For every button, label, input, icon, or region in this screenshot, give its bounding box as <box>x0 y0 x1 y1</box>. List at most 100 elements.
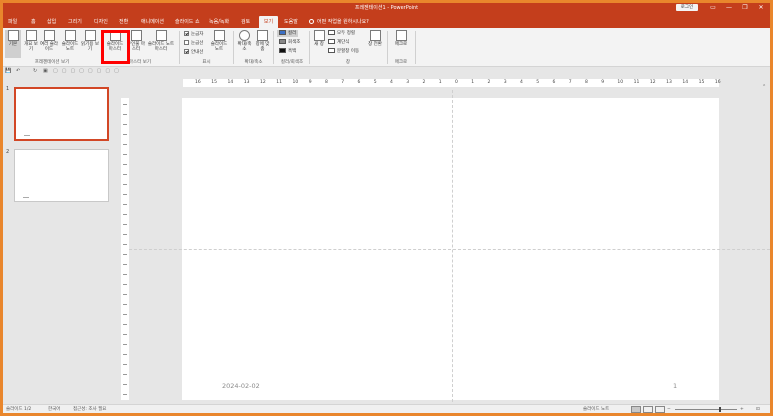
notes-toggle[interactable]: 슬라이드 노트 <box>583 406 609 413</box>
zoom-button[interactable]: 확대/축소 <box>236 30 253 58</box>
outline-view-button[interactable]: 개요 보기 <box>23 30 39 58</box>
horizontal-guide[interactable] <box>129 249 770 250</box>
cascade-icon <box>328 39 335 44</box>
redo-icon[interactable]: ↻ <box>33 68 37 75</box>
tab-animations[interactable]: 애니메이션 <box>139 16 166 28</box>
ruler-tick-label: 12 <box>649 80 656 85</box>
notes-page-label: 슬라이드 노트 <box>61 42 79 52</box>
thumbnail-number: 2 <box>6 149 10 155</box>
ruler-tick <box>123 264 127 265</box>
ruler-tick-label: 16 <box>714 80 721 85</box>
horizontal-ruler: 16 15 14 13 12 11 10 9 8 7 6 5 4 3 2 1 0 1 2 3 4 5 6 7 8 9 10 11 12 1… <box>183 79 721 87</box>
tab-record[interactable]: 녹음/녹화 <box>207 16 231 28</box>
ruler-tick-label: 9 <box>308 80 312 85</box>
ruler-tick <box>123 184 127 185</box>
fit-slide-icon[interactable]: ⊡ <box>756 406 760 413</box>
ruler-tick <box>123 354 127 355</box>
macro-icon <box>395 30 407 41</box>
zoom-slider-thumb[interactable] <box>719 407 721 412</box>
arrange-all-button[interactable]: 모두 정렬 <box>328 30 355 37</box>
close-button[interactable]: ✕ <box>753 3 769 13</box>
gridlines-checkbox[interactable]: 눈금선 <box>184 40 203 47</box>
slide-sorter-button[interactable]: 여러 슬라이드 <box>40 30 58 58</box>
ruler-tick <box>123 114 127 115</box>
thumbnail-number: 1 <box>6 86 10 92</box>
ruler-tick-label: 2 <box>422 80 426 85</box>
ruler-tick <box>123 214 127 215</box>
collapse-ribbon-icon[interactable]: ⌃ <box>762 84 766 90</box>
ruler-tick-label: 9 <box>601 80 605 85</box>
ruler-tick <box>123 324 127 325</box>
slide-thumbnail-2[interactable] <box>14 149 109 202</box>
language-status[interactable]: 한국어 <box>48 406 60 413</box>
save-icon[interactable]: 💾 <box>5 68 11 75</box>
color-button[interactable]: 컬러 <box>277 30 299 37</box>
ribbon-display-options-icon[interactable]: ▭ <box>705 3 721 13</box>
app-window: 프레젠테이션1 - PowerPoint 로그인 ▭ — ❐ ✕ 파일 홈 삽입… <box>3 3 770 413</box>
ruler-tick-label: 11 <box>276 80 282 85</box>
accessibility-status[interactable]: 접근성: 조사 필요 <box>73 406 106 413</box>
group-separator <box>179 31 180 64</box>
ruler-checkbox[interactable]: 눈금자 <box>184 31 203 38</box>
ruler-tick <box>123 144 127 145</box>
guides-checkbox[interactable]: 안내선 <box>184 49 203 56</box>
ruler-tick-label: 5 <box>536 80 540 85</box>
tab-transitions[interactable]: 전환 <box>117 16 130 28</box>
macros-button[interactable]: 매크로 <box>391 30 411 58</box>
ruler-tick-label: 6 <box>552 80 556 85</box>
ruler-tick <box>123 304 127 305</box>
reading-view-button[interactable]: 읽기용 보기 <box>81 30 99 58</box>
sign-in-button[interactable]: 로그인 <box>676 4 698 11</box>
slide-thumbnail-1[interactable] <box>14 87 109 141</box>
ruler-tick-label: 0 <box>454 80 458 85</box>
sorter-view-status-icon[interactable] <box>643 406 653 413</box>
tab-file[interactable]: 파일 <box>6 16 19 28</box>
normal-view-status-icon[interactable] <box>631 406 641 413</box>
notes-icon <box>213 30 225 41</box>
start-slideshow-icon[interactable]: ▣ <box>43 68 48 75</box>
ruler-tick-label: 3 <box>406 80 410 85</box>
tab-home[interactable]: 홈 <box>29 16 38 28</box>
tab-help[interactable]: 도움말 <box>282 16 300 28</box>
ruler-tick-label: 13 <box>243 80 250 85</box>
reading-view-status-icon[interactable] <box>655 406 665 413</box>
undo-icon[interactable]: ↶ <box>16 68 20 75</box>
arrange-all-icon <box>328 30 335 35</box>
black-white-button[interactable]: 흑백 <box>279 48 296 55</box>
notes-page-button[interactable]: 슬라이드 노트 <box>60 30 80 58</box>
tab-design[interactable]: 디자인 <box>92 16 110 28</box>
restore-button[interactable]: ❐ <box>737 3 753 13</box>
notes-button[interactable]: 슬라이드 노트 <box>209 30 229 58</box>
new-window-button[interactable]: 새 창 <box>312 30 326 58</box>
slide-date-footer[interactable]: 2024-02-02 <box>222 382 260 390</box>
tab-review[interactable]: 검토 <box>239 16 252 28</box>
slide-number-footer[interactable]: 1 <box>673 382 677 390</box>
fit-to-window-button[interactable]: 창에 맞춤 <box>254 30 271 58</box>
switch-windows-button[interactable]: 창 전환 <box>366 30 384 58</box>
ruler-tick <box>123 344 127 345</box>
notes-label: 슬라이드 노트 <box>210 42 228 52</box>
new-window-label: 새 창 <box>314 42 324 47</box>
zoom-in-icon[interactable]: + <box>740 406 744 413</box>
zoom-out-icon[interactable]: − <box>667 406 671 413</box>
minimize-button[interactable]: — <box>721 3 737 13</box>
ruler-tick <box>123 124 127 125</box>
ruler-tick-label: 8 <box>584 80 588 85</box>
ruler-tick <box>123 134 127 135</box>
tab-draw[interactable]: 그리기 <box>66 16 84 28</box>
qat-more-icons[interactable]: ▢▢▢▢▢▢▢▢ <box>53 68 133 75</box>
move-split-button[interactable]: 분할창 이동 <box>328 48 359 55</box>
cascade-button[interactable]: 계단식 <box>328 39 349 46</box>
grayscale-button[interactable]: 회색조 <box>279 39 300 46</box>
tab-slideshow[interactable]: 슬라이드 쇼 <box>173 16 202 28</box>
zoom-slider[interactable] <box>675 409 737 410</box>
tab-insert[interactable]: 삽입 <box>45 16 58 28</box>
tell-me-search[interactable]: 어떤 작업을 원하시나요? <box>309 16 369 28</box>
ruler-tick-label: 16 <box>195 80 201 85</box>
normal-view-button[interactable]: 기본 <box>5 30 21 58</box>
guides-check-icon <box>184 49 189 54</box>
vertical-guide[interactable] <box>452 90 453 402</box>
ruler-tick <box>123 384 127 385</box>
notes-master-button[interactable]: 슬라이드 노트 마스터 <box>146 30 176 58</box>
tab-view[interactable]: 보기 <box>259 16 278 28</box>
